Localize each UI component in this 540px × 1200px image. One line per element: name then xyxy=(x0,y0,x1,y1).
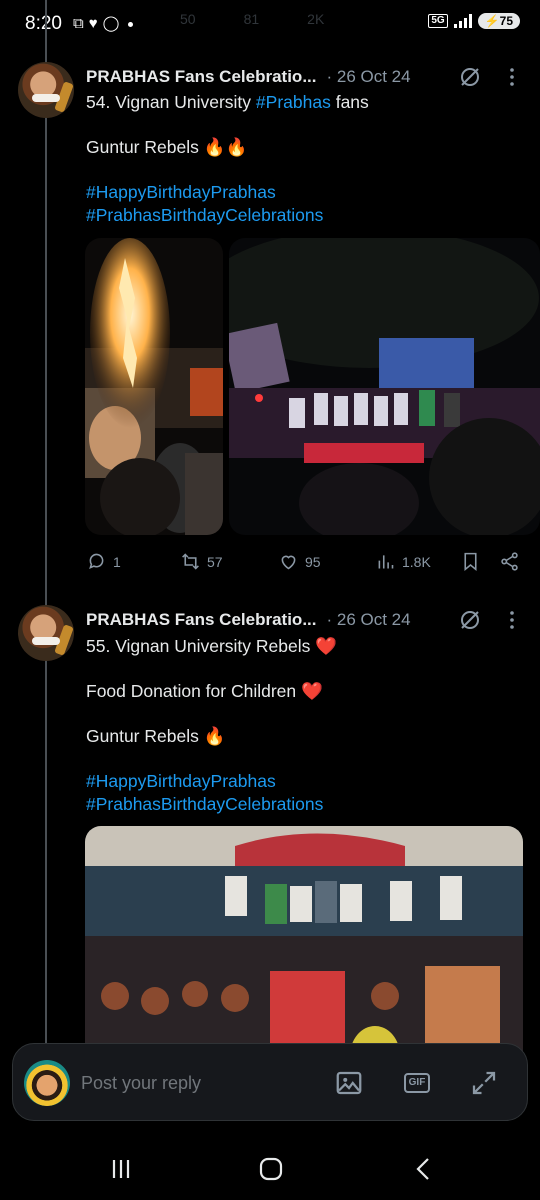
reply-icon xyxy=(89,553,104,570)
repost-count: 57 xyxy=(207,553,223,570)
more-options-icon[interactable] xyxy=(500,65,524,89)
heart-notification-icon: ♥ xyxy=(88,15,98,32)
like-button[interactable]: 95 xyxy=(278,551,321,572)
bookmark-button[interactable] xyxy=(460,551,481,572)
view-count: 1.8K xyxy=(402,553,431,570)
tweet-date[interactable]: · 26 Oct 24 xyxy=(327,67,411,87)
tweet-text-line: 55. Vignan University Rebels ❤️ xyxy=(86,636,338,656)
share-button[interactable] xyxy=(499,551,520,572)
screenshot-icon: ⧉ xyxy=(73,15,84,32)
tweet-text-line: Guntur Rebels 🔥🔥 xyxy=(86,137,248,157)
grok-icon[interactable] xyxy=(458,608,482,632)
gif-button[interactable]: GIF xyxy=(402,1068,432,1098)
notification-icons: ⧉ ♥ ◯ xyxy=(73,15,134,33)
ghost-repost-count: 50 xyxy=(180,11,196,27)
views-icon xyxy=(378,555,394,569)
expand-icon[interactable] xyxy=(469,1068,499,1098)
back-icon[interactable] xyxy=(409,1154,439,1184)
reply-count: 1 xyxy=(113,553,121,570)
hashtag-link[interactable]: #HappyBirthdayPrabhas xyxy=(86,181,276,204)
status-bar: 8:20 ⧉ ♥ ◯ 50 81 2K 5G ⚡75 xyxy=(0,0,540,48)
tweet-photo[interactable] xyxy=(85,238,223,535)
scrolled-under-counts: 50 81 2K xyxy=(180,11,324,27)
bookmark-icon xyxy=(464,552,477,572)
reply-button[interactable]: 1 xyxy=(86,551,121,572)
system-indicators: 5G ⚡75 xyxy=(428,13,520,29)
tweet-actions: 1 57 95 1.8K xyxy=(86,551,526,575)
hashtag-link[interactable]: #Prabhas xyxy=(256,92,331,112)
reply-composer-bar[interactable]: Post your reply GIF xyxy=(12,1043,528,1121)
hashtag-link[interactable]: #HappyBirthdayPrabhas xyxy=(86,770,276,793)
more-notifications-dot xyxy=(128,21,134,27)
user-avatar[interactable] xyxy=(24,1060,70,1106)
tweet-header: PRABHAS Fans Celebratio... · 26 Oct 24 xyxy=(86,607,526,633)
tweet-text-line: 54. Vignan University #Prabhas fans xyxy=(86,92,369,112)
signal-icon xyxy=(453,14,472,28)
tweet-photo[interactable] xyxy=(229,238,540,535)
hashtag-link[interactable]: #PrabhasBirthdayCelebrations xyxy=(86,793,323,816)
more-options-icon[interactable] xyxy=(500,608,524,632)
system-navigation-bar xyxy=(0,1132,540,1200)
ghost-like-count: 81 xyxy=(243,11,260,27)
views-button[interactable]: 1.8K xyxy=(375,551,431,572)
heart-icon xyxy=(281,555,296,570)
network-badge: 5G xyxy=(428,14,448,28)
image-icon[interactable] xyxy=(334,1068,364,1098)
tweet-date[interactable]: · 26 Oct 24 xyxy=(327,610,411,630)
battery-indicator: ⚡75 xyxy=(477,13,520,29)
repost-icon xyxy=(182,553,199,570)
ghost-view-count: 2K xyxy=(307,11,325,27)
author-name[interactable]: PRABHAS Fans Celebratio... xyxy=(86,67,317,87)
share-icon xyxy=(501,552,518,571)
author-name[interactable]: PRABHAS Fans Celebratio... xyxy=(86,610,317,630)
home-icon[interactable] xyxy=(256,1154,286,1184)
tweet-text-line: Guntur Rebels 🔥 xyxy=(86,726,226,746)
like-count: 95 xyxy=(305,553,321,570)
hashtag-link[interactable]: #PrabhasBirthdayCelebrations xyxy=(86,204,323,227)
reply-input[interactable]: Post your reply xyxy=(81,1073,201,1094)
thread-connector-line xyxy=(45,0,47,1050)
gif-label: GIF xyxy=(403,1073,431,1093)
tweet-header: PRABHAS Fans Celebratio... · 26 Oct 24 xyxy=(86,64,526,90)
repost-button[interactable]: 57 xyxy=(180,551,223,572)
status-time: 8:20 xyxy=(25,13,62,34)
recent-apps-icon[interactable] xyxy=(106,1154,136,1184)
chat-notification-icon: ◯ xyxy=(102,15,120,32)
tweet-text-line: Food Donation for Children ❤️ xyxy=(86,681,323,701)
author-avatar[interactable] xyxy=(18,62,74,118)
grok-icon[interactable] xyxy=(458,65,482,89)
author-avatar[interactable] xyxy=(18,605,74,661)
